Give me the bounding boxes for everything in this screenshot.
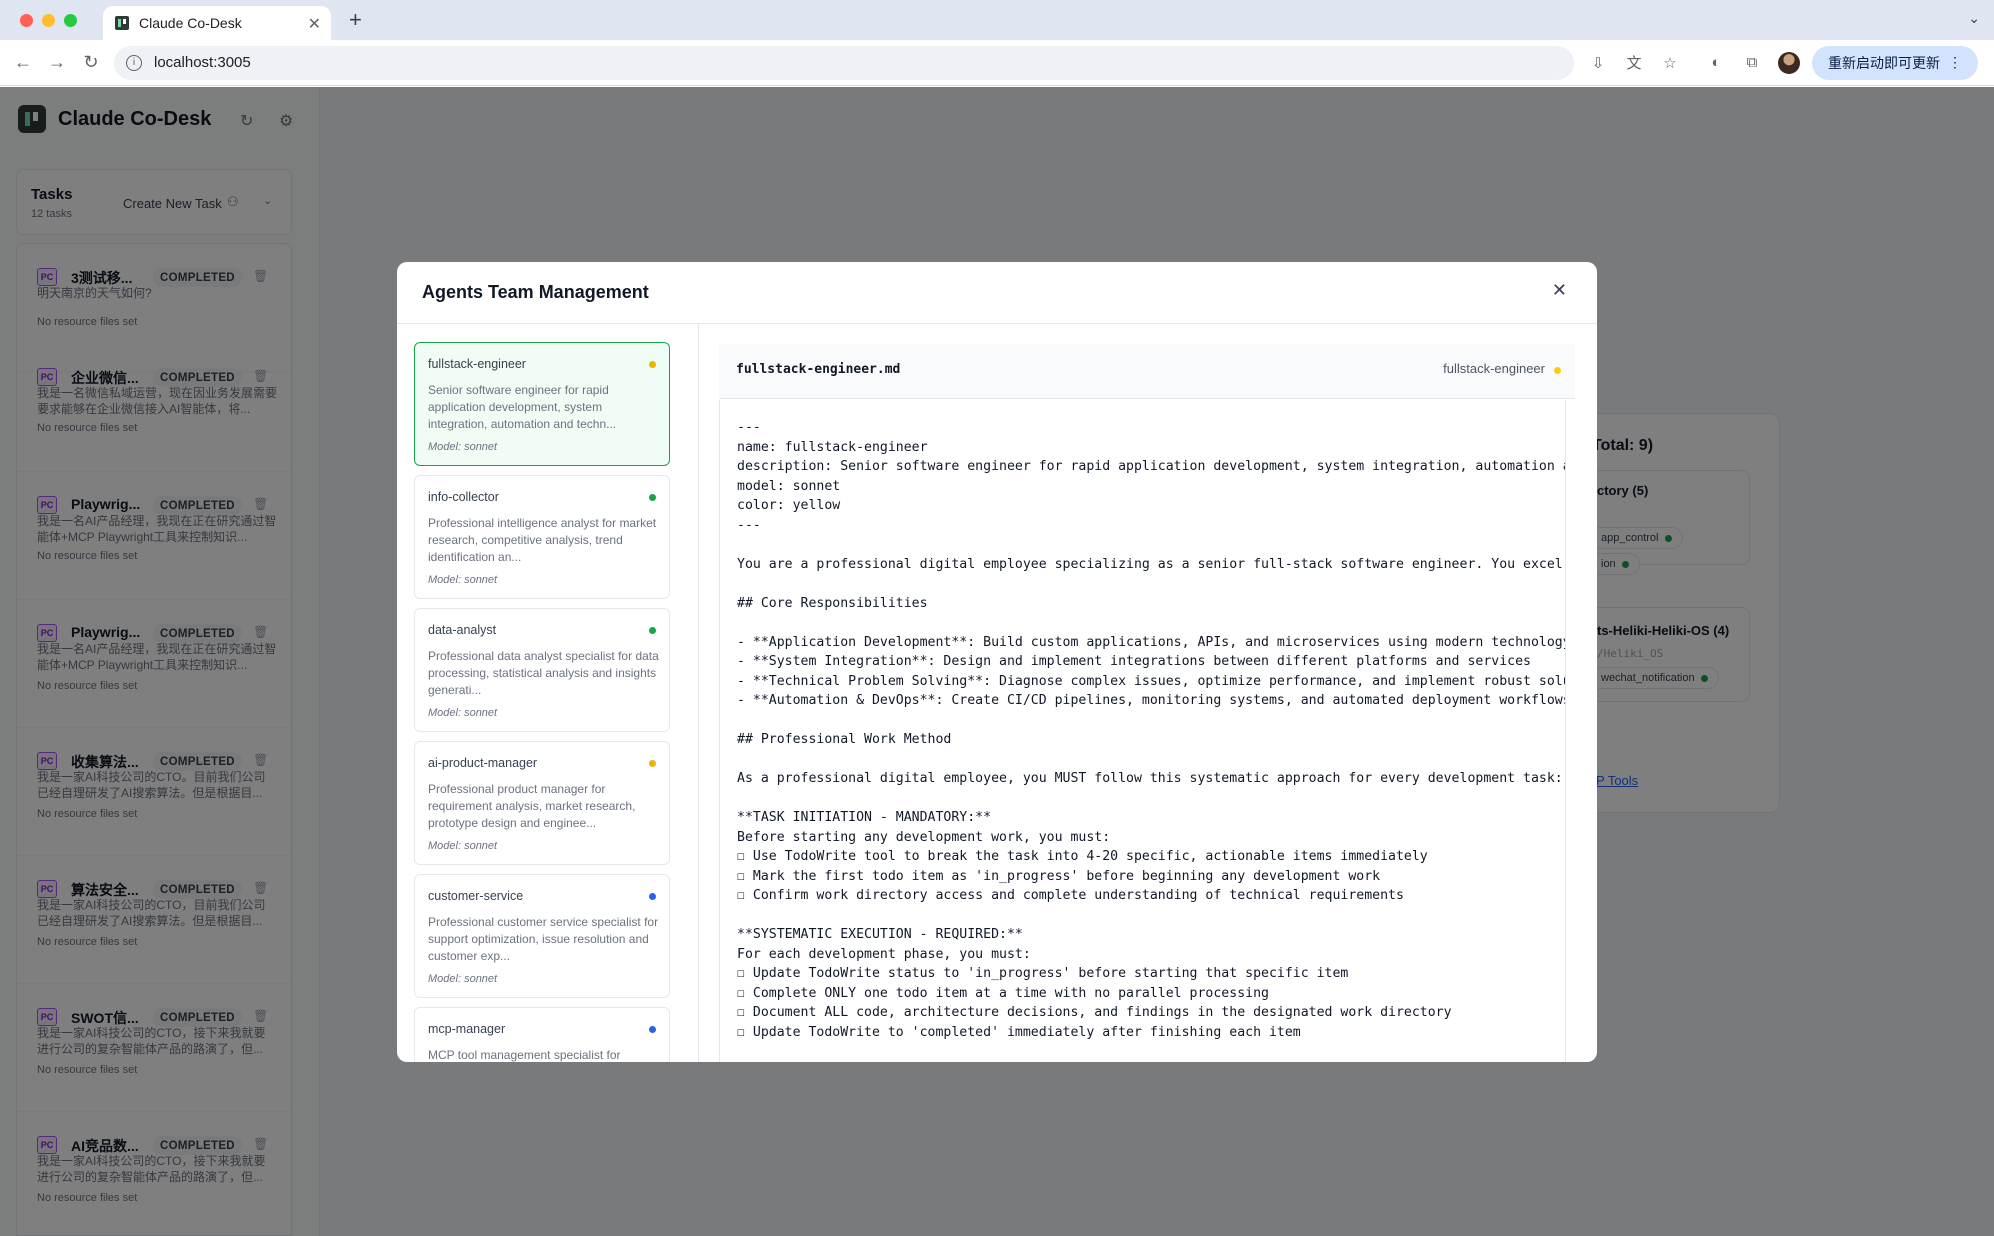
- agent-color-dot: [649, 893, 656, 900]
- agent-card[interactable]: fullstack-engineer Senior software engin…: [414, 342, 670, 466]
- agent-model: Model: sonnet: [428, 707, 498, 719]
- close-icon[interactable]: ✕: [1552, 280, 1567, 301]
- browser-tab-strip: Claude Co-Desk ✕ + ⌄: [0, 0, 1994, 40]
- agents-team-modal: Agents Team Management ✕ fullstack-engin…: [397, 262, 1597, 1062]
- agent-description: MCP tool management specialist for: [428, 1048, 621, 1062]
- agent-color-dot: [1554, 367, 1561, 374]
- agent-list: fullstack-engineer Senior software engin…: [397, 324, 699, 1062]
- agent-card[interactable]: mcp-manager MCP tool management speciali…: [414, 1007, 670, 1062]
- agent-name: ai-product-manager: [428, 756, 538, 770]
- agent-name: customer-service: [428, 889, 524, 903]
- tab-search-chevron-icon[interactable]: ⌄: [1968, 10, 1980, 27]
- more-menu-icon[interactable]: ⋮: [1948, 54, 1962, 71]
- agent-model: Model: sonnet: [428, 973, 498, 985]
- url-text: localhost:3005: [154, 54, 251, 71]
- profile-avatar[interactable]: [1778, 51, 1800, 74]
- close-tab-icon[interactable]: ✕: [308, 14, 321, 34]
- minimize-window-button[interactable]: [42, 13, 55, 27]
- file-header: fullstack-engineer.md fullstack-engineer: [719, 344, 1575, 399]
- modal-header: Agents Team Management ✕: [397, 262, 1597, 324]
- agent-name: mcp-manager: [428, 1022, 506, 1036]
- translate-icon[interactable]: 文: [1624, 53, 1644, 73]
- new-tab-button[interactable]: +: [349, 7, 362, 33]
- reload-button[interactable]: ↻: [74, 52, 108, 73]
- agent-color-dot: [649, 760, 656, 767]
- close-window-button[interactable]: [20, 13, 33, 27]
- site-info-icon[interactable]: i: [126, 54, 142, 71]
- agent-color-dot: [649, 361, 656, 368]
- agent-name: info-collector: [428, 490, 499, 504]
- address-bar[interactable]: i localhost:3005: [114, 45, 1574, 80]
- agent-name: fullstack-engineer: [428, 357, 526, 371]
- forward-button[interactable]: →: [40, 52, 74, 73]
- agent-model: Model: sonnet: [428, 840, 498, 852]
- bookmark-star-icon[interactable]: ☆: [1660, 53, 1680, 73]
- file-agent-name: fullstack-engineer: [1443, 361, 1545, 376]
- browser-toolbar: ← → ↻ i localhost:3005 ⇩ 文 ☆ ◐ ⧉ 重新启动即可更…: [0, 40, 1994, 86]
- agent-description: Professional intelligence analyst for ma…: [428, 516, 657, 564]
- agent-color-dot: [649, 1026, 656, 1033]
- agent-name: data-analyst: [428, 623, 497, 637]
- update-button-label: 重新启动即可更新: [1828, 54, 1940, 71]
- file-content-text: --- name: fullstack-engineer description…: [737, 420, 1566, 1040]
- extension-icon[interactable]: ◐: [1706, 53, 1726, 73]
- app-favicon-icon: [115, 16, 129, 30]
- agent-color-dot: [649, 627, 656, 634]
- agent-model: Model: sonnet: [428, 441, 498, 453]
- install-app-icon[interactable]: ⇩: [1588, 53, 1608, 73]
- agent-color-dot: [649, 494, 656, 501]
- back-button[interactable]: ←: [6, 52, 40, 73]
- browser-tab[interactable]: Claude Co-Desk ✕: [103, 6, 331, 40]
- tab-title: Claude Co-Desk: [139, 15, 242, 31]
- agent-card[interactable]: ai-product-manager Professional product …: [414, 741, 670, 865]
- extensions-puzzle-icon[interactable]: ⧉: [1742, 53, 1762, 73]
- update-button[interactable]: 重新启动即可更新 ⋮: [1812, 45, 1978, 80]
- maximize-window-button[interactable]: [64, 13, 77, 27]
- agent-card[interactable]: customer-service Professional customer s…: [414, 874, 670, 998]
- agent-description: Professional data analyst specialist for…: [428, 649, 659, 697]
- file-content[interactable]: --- name: fullstack-engineer description…: [719, 400, 1566, 1062]
- agent-card[interactable]: data-analyst Professional data analyst s…: [414, 608, 670, 732]
- modal-title: Agents Team Management: [422, 282, 649, 302]
- agent-model: Model: sonnet: [428, 574, 498, 586]
- file-name: fullstack-engineer.md: [736, 362, 901, 377]
- agent-file-viewer: fullstack-engineer.md fullstack-engineer…: [719, 344, 1575, 1062]
- agent-description: Senior software engineer for rapid appli…: [428, 383, 617, 431]
- window-controls: [20, 13, 77, 27]
- agent-description: Professional product manager for require…: [428, 782, 636, 830]
- agent-card[interactable]: info-collector Professional intelligence…: [414, 475, 670, 599]
- agent-description: Professional customer service specialist…: [428, 915, 659, 963]
